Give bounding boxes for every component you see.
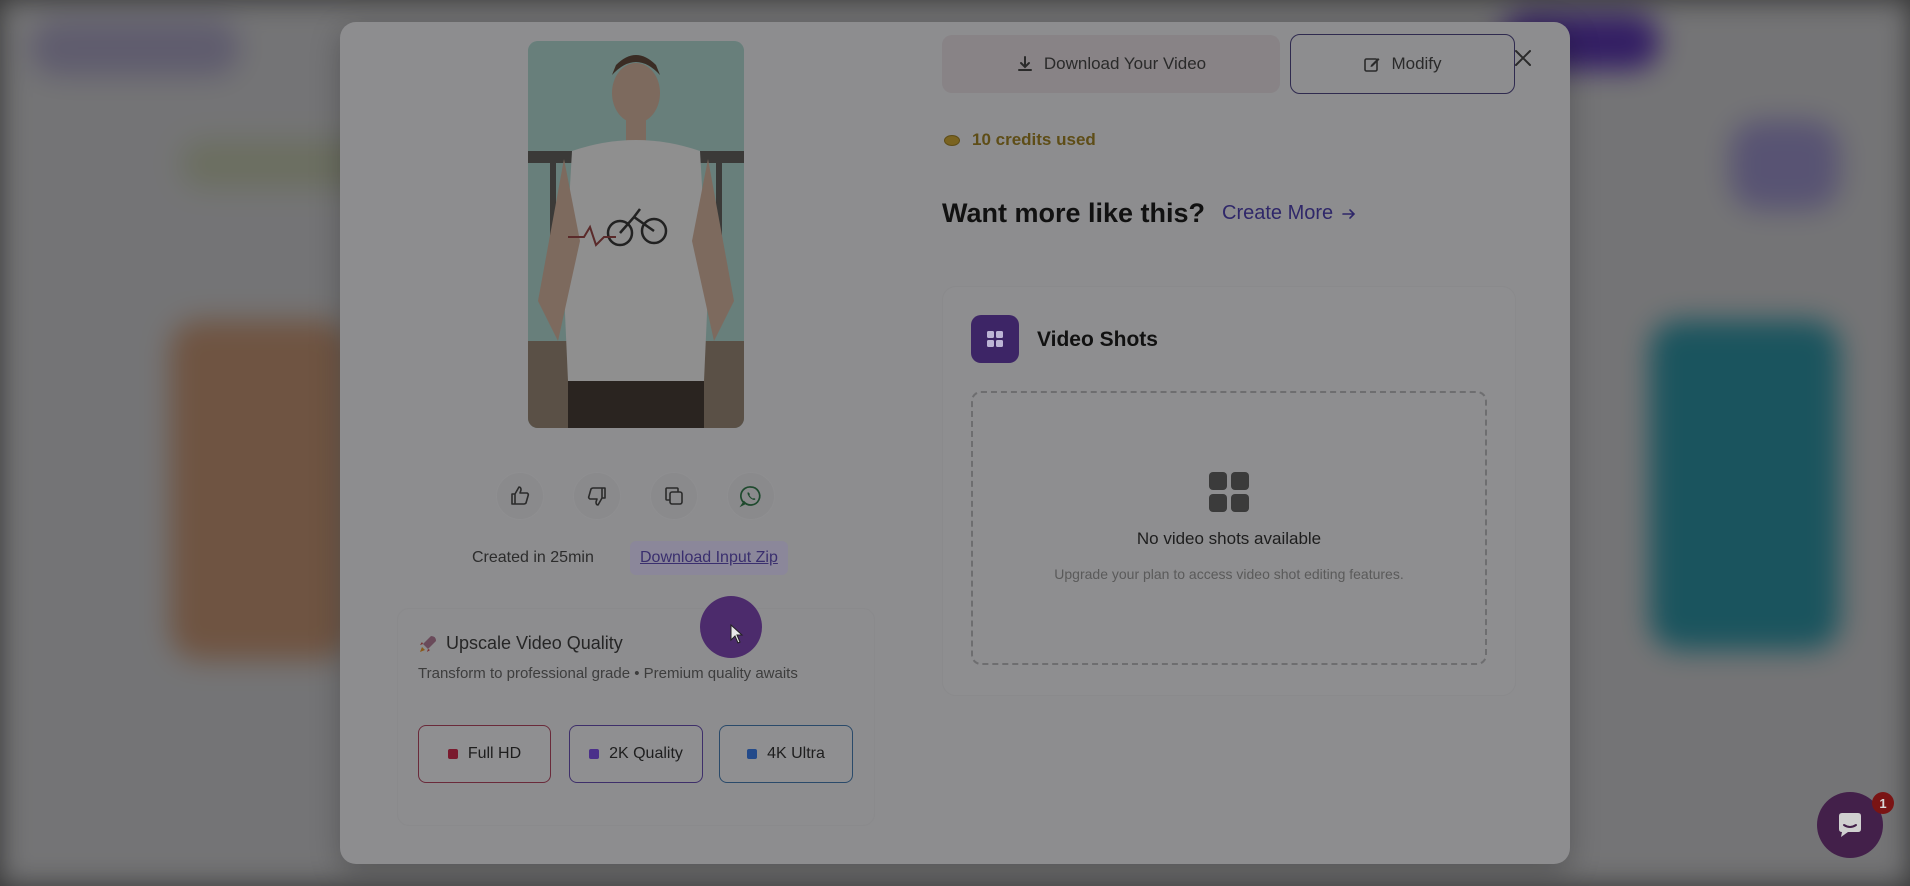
arrow-right-icon [1342, 208, 1356, 219]
rocket-icon [420, 635, 436, 652]
edit-icon [1364, 58, 1380, 72]
like-button[interactable] [496, 472, 544, 520]
quality-2k-button[interactable]: 2K Quality [569, 725, 703, 783]
quality-2k-swatch [589, 749, 600, 759]
copy-button[interactable] [650, 472, 698, 520]
video-preview[interactable] [528, 41, 744, 428]
download-icon [1017, 56, 1032, 71]
video-shots-title: Video Shots [1037, 328, 1158, 351]
quality-4k-button[interactable]: 4K Ultra [719, 725, 853, 783]
download-video-label: Download Your Video [1043, 54, 1207, 73]
mouse-pointer-icon [730, 624, 744, 644]
empty-state-subtitle: Upgrade your plan to access video shot e… [1054, 566, 1404, 582]
quality-4k-swatch [747, 749, 758, 759]
notification-badge: 1 [1872, 792, 1894, 814]
grid-icon [987, 331, 1003, 347]
quality-full-hd-button[interactable]: Full HD [418, 725, 551, 783]
coin-icon [944, 134, 960, 146]
whatsapp-icon [739, 486, 761, 508]
create-more-label: Create More [1222, 202, 1334, 224]
whatsapp-share-button[interactable] [727, 472, 775, 520]
created-time-text: Created in 25min [472, 549, 594, 566]
upscale-title-text: Upscale Video Quality [446, 633, 623, 653]
chat-icon [1839, 813, 1861, 837]
modify-label: Modify [1391, 54, 1442, 73]
empty-state-title: No video shots available [1136, 529, 1322, 548]
credits-used: 10 credits used [944, 130, 1096, 150]
empty-grid-icon [1209, 472, 1249, 512]
video-shots-icon-box [971, 315, 1019, 363]
quality-4k-label: 4K Ultra [767, 745, 825, 762]
want-more-heading: Want more like this? [942, 198, 1206, 228]
upscale-title: Upscale Video Quality [418, 633, 623, 654]
quality-2k-label: 2K Quality [609, 745, 683, 762]
thumbs-up-icon [511, 486, 530, 505]
copy-icon [665, 487, 683, 505]
download-video-button[interactable]: Download Your Video [942, 35, 1280, 93]
upscale-subtitle: Transform to professional grade • Premiu… [418, 665, 798, 682]
video-thumbnail [528, 41, 744, 428]
dislike-button[interactable] [573, 472, 621, 520]
thumbs-down-icon [587, 487, 606, 506]
video-shots-empty-state [971, 391, 1487, 665]
modify-button[interactable]: Modify [1290, 34, 1515, 94]
credits-used-text: 10 credits used [972, 130, 1096, 149]
quality-full-hd-label: Full HD [467, 745, 522, 762]
quality-full-hd-swatch [447, 749, 458, 759]
download-input-zip-link[interactable]: Download Input Zip [630, 541, 788, 575]
create-more-link[interactable]: Create More [1222, 202, 1357, 225]
